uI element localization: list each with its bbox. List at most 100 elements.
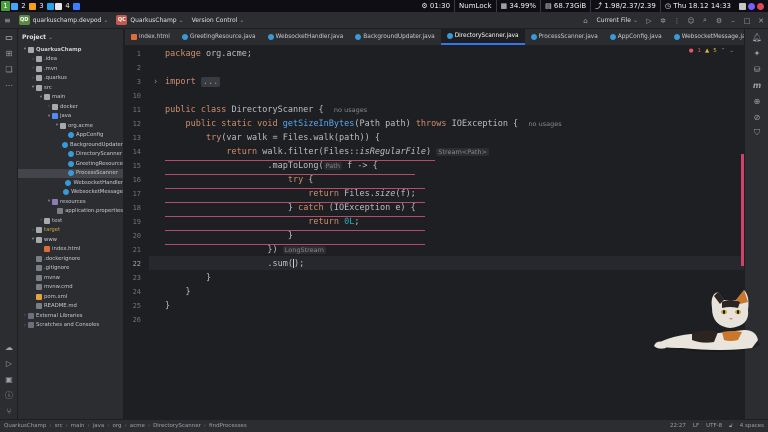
tree-item[interactable]: ▾ main — [18, 93, 123, 103]
editor-tab[interactable]: GreetingResource.java — [176, 29, 262, 45]
line-number[interactable]: 1 — [125, 50, 141, 58]
tree-item[interactable]: mvnw — [18, 273, 123, 283]
run-tool-icon[interactable]: ▷ — [0, 355, 18, 371]
line-number[interactable]: 25 — [125, 302, 141, 310]
tree-item[interactable]: ProcessScanner — [18, 168, 123, 178]
line-number[interactable]: 3 — [125, 78, 141, 86]
tree-item[interactable]: ▾ QuarkusChamp — [18, 45, 123, 55]
breadcrumb-item[interactable]: main — [71, 423, 85, 429]
tree-item[interactable]: .gitignore — [18, 264, 123, 274]
tree-item[interactable]: ▾ java — [18, 112, 123, 122]
tree-item[interactable]: ▾ src — [18, 83, 123, 93]
network-icon[interactable] — [739, 2, 746, 10]
endpoints-icon[interactable]: ⊕ — [745, 93, 768, 109]
search-icon[interactable]: ⌕ — [698, 12, 712, 29]
project-selector[interactable]: QD quarkuschamp.devpod ⌄ — [15, 12, 113, 29]
inspection-widget[interactable]: ● 1 ▲ 5 ⌃ ⌄ — [689, 48, 734, 54]
tree-item[interactable]: › .mvn — [18, 64, 123, 74]
tree-item[interactable]: .dockerignore — [18, 254, 123, 264]
debug-icon[interactable]: ✲ — [656, 12, 670, 29]
workspace-1[interactable]: 1 — [1, 1, 10, 11]
main-menu-button[interactable]: ≡ — [0, 12, 15, 29]
line-number[interactable]: 15 — [125, 162, 141, 170]
fold-arrow-icon[interactable]: › — [153, 77, 158, 87]
workspace-3[interactable]: 3 — [37, 1, 46, 11]
line-number[interactable]: 19 — [125, 218, 141, 226]
file-encoding[interactable]: UTF-8 — [706, 423, 722, 429]
tray-icons[interactable] — [735, 0, 768, 12]
folded-imports[interactable]: ... — [200, 77, 221, 87]
database-icon[interactable]: ⛁ — [745, 61, 768, 77]
vcs-menu[interactable]: Version Control ⌄ — [188, 12, 249, 29]
editor-tab[interactable]: DirectoryScanner.java — [440, 29, 525, 45]
tree-item[interactable]: › .quarkus — [18, 74, 123, 84]
line-number[interactable]: 14 — [125, 148, 141, 156]
problems-icon[interactable]: ⓘ — [0, 387, 18, 403]
close-icon[interactable]: ✕ — [754, 12, 768, 29]
editor-tab[interactable]: ProcessScanner.java — [525, 29, 604, 45]
tree-item[interactable]: mvnw.cmd — [18, 283, 123, 293]
tree-item[interactable]: › docker — [18, 102, 123, 112]
editor-tab[interactable]: WebsocketHandler.java — [262, 29, 350, 45]
breadcrumb-item[interactable]: java — [93, 423, 105, 429]
breadcrumb-item[interactable]: QuarkusChamp — [4, 423, 46, 429]
tree-item[interactable]: › target — [18, 226, 123, 236]
editor-tab[interactable]: index.html — [125, 29, 176, 45]
line-separator[interactable]: LF — [693, 423, 699, 429]
tree-item[interactable]: AppConfig — [18, 131, 123, 141]
breadcrumb-item[interactable]: src — [55, 423, 63, 429]
services-icon[interactable]: ☁ — [0, 339, 18, 355]
line-number[interactable]: 10 — [125, 92, 141, 100]
tree-item[interactable]: › .idea — [18, 55, 123, 65]
tree-item[interactable]: index.html — [18, 245, 123, 255]
code-editor[interactable]: 1 2 3 10 11 12 13 14 15 16 17 18 19 20 21 22 23 24 25 26 ● … — [125, 46, 744, 419]
tree-item[interactable]: GreetingResource — [18, 159, 123, 169]
indent-setting[interactable]: 4 spaces — [740, 423, 764, 429]
line-number[interactable]: 11 — [125, 106, 141, 114]
project-panel-header[interactable]: Project ⌄ — [18, 29, 123, 45]
breadcrumb-item[interactable]: findProcesses — [209, 423, 247, 429]
maximize-icon[interactable]: □ — [740, 12, 754, 29]
timer-widget[interactable]: ⚙ 01:30 — [417, 0, 454, 12]
workspace-2[interactable]: 2 — [19, 1, 28, 11]
lock-icon[interactable]: 🔓︎ — [729, 423, 733, 430]
line-number[interactable]: 22 — [125, 260, 141, 268]
user-icon[interactable]: ☺ — [684, 12, 698, 29]
tree-item[interactable]: ▾ www — [18, 235, 123, 245]
breadcrumb-item[interactable]: acme — [130, 423, 145, 429]
workspace-4[interactable]: 4 — [63, 1, 72, 11]
line-number[interactable]: 26 — [125, 316, 141, 324]
tree-item[interactable]: application.properties — [18, 207, 123, 217]
tree-item[interactable]: WebsocketMessage — [18, 188, 123, 198]
line-number[interactable]: 2 — [125, 64, 141, 72]
tree-item[interactable]: ▾ resources — [18, 197, 123, 207]
breadcrumb-item[interactable]: org — [112, 423, 121, 429]
discord-icon[interactable] — [748, 2, 755, 10]
tree-item[interactable]: WebsocketHandler — [18, 178, 123, 188]
breadcrumb-item[interactable]: DirectoryScanner — [153, 423, 201, 429]
plugins-icon[interactable]: ⊞ — [0, 45, 18, 61]
security-icon[interactable]: ⛉ — [745, 125, 768, 141]
minimize-icon[interactable]: – — [726, 12, 740, 29]
tree-item[interactable]: pom.xml — [18, 292, 123, 302]
tree-item[interactable]: BackgroundUpdater — [18, 140, 123, 150]
line-number[interactable]: 18 — [125, 204, 141, 212]
line-number[interactable]: 17 — [125, 190, 141, 198]
tree-item[interactable]: ▾ org.acme — [18, 121, 123, 131]
ai-assistant-icon[interactable]: ✦ — [745, 45, 768, 61]
editor-tab[interactable]: BackgroundUpdater.java — [349, 29, 440, 45]
notifications-icon[interactable]: 🔔︎ — [745, 29, 768, 45]
line-number[interactable]: 21 — [125, 246, 141, 254]
usages-hint[interactable]: no usages — [334, 106, 367, 114]
line-number[interactable]: 24 — [125, 288, 141, 296]
clock-widget[interactable]: ◷ Thu 18.12 14:33 — [661, 0, 735, 12]
settings-icon[interactable]: ⚙ — [712, 12, 726, 29]
editor-tab[interactable]: WebsocketMessage.java — [668, 29, 744, 45]
run-icon[interactable]: ▷ — [642, 12, 656, 29]
codewithme-icon[interactable]: ⌂ — [578, 12, 592, 29]
git-icon[interactable]: ⑂ — [0, 403, 18, 419]
caret-position[interactable]: 22:27 — [670, 423, 686, 429]
terminal-icon[interactable]: ▣ — [0, 371, 18, 387]
line-number[interactable]: 23 — [125, 274, 141, 282]
error-stripe-marker[interactable] — [741, 154, 744, 266]
